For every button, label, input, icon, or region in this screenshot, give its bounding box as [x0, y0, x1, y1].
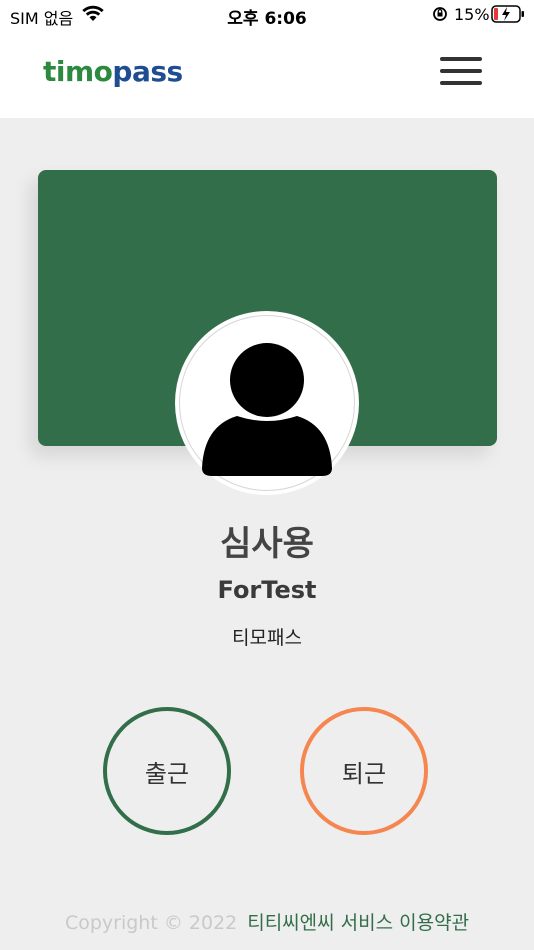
terms-of-service-link[interactable]: 티티씨엔씨 서비스 이용약관 — [247, 912, 469, 934]
menu-bar-line — [440, 57, 482, 61]
battery-charging-icon — [491, 5, 525, 27]
copyright-text: Copyright © 2022 — [64, 912, 238, 934]
battery-percent: 15% — [454, 5, 490, 24]
check-in-button[interactable]: 출근 — [103, 707, 231, 835]
company-name: 티모패스 — [232, 627, 302, 649]
logo-text-timo: timo — [43, 55, 113, 88]
orientation-lock-icon — [432, 6, 448, 26]
user-name: 심사용 — [220, 524, 314, 564]
footer: Copyright © 2022 티티씨엔씨 서비스 이용약관 — [0, 908, 534, 935]
avatar — [175, 311, 359, 495]
user-subtitle: ForTest — [217, 576, 317, 604]
user-avatar-icon — [202, 343, 332, 476]
check-in-label: 출근 — [144, 759, 190, 788]
status-bar: SIM 없음 오후 6:06 15% — [0, 0, 534, 30]
logo-text-pass: pass — [112, 55, 183, 88]
avatar-frame — [179, 315, 355, 491]
check-out-button[interactable]: 퇴근 — [300, 707, 428, 835]
check-out-label: 퇴근 — [341, 759, 387, 788]
menu-bar-line — [440, 81, 482, 85]
hamburger-menu-icon[interactable] — [440, 57, 484, 89]
menu-bar-line — [440, 69, 482, 73]
timopass-logo: timopass — [43, 55, 183, 88]
